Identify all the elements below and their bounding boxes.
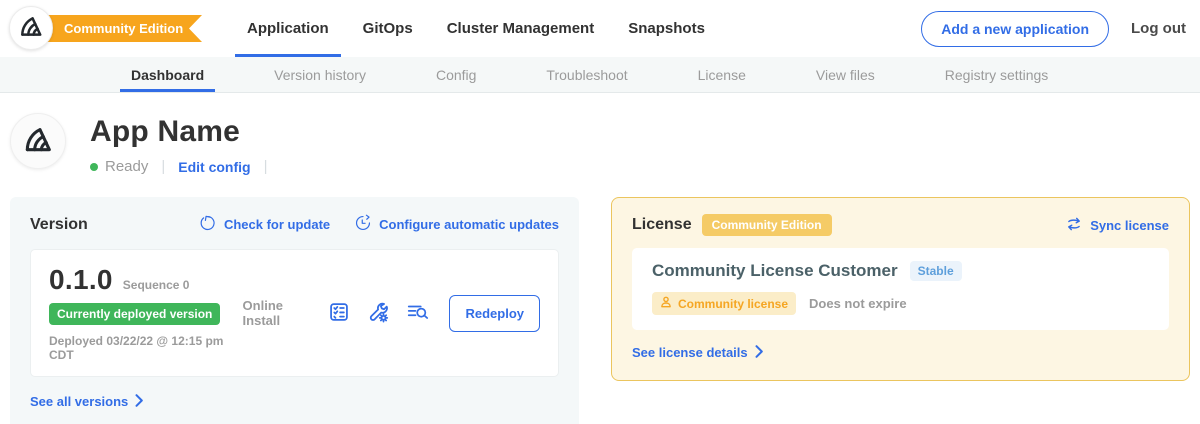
version-card: Version Check for update [10, 197, 579, 424]
status-dot [90, 163, 98, 171]
license-detail-panel: Community License Customer Stable Commun… [632, 248, 1169, 330]
primary-nav: Application GitOps Cluster Management Sn… [230, 0, 722, 57]
configure-auto-updates-link[interactable]: Configure automatic updates [354, 214, 559, 235]
sequence-label: Sequence 0 [123, 278, 190, 292]
dashboard-cards: Version Check for update [0, 175, 1200, 424]
check-for-update-link[interactable]: Check for update [199, 214, 330, 235]
tab-registry-settings[interactable]: Registry settings [934, 57, 1059, 92]
top-bar: Community Edition Application GitOps Clu… [0, 0, 1200, 57]
tab-view-files[interactable]: View files [805, 57, 886, 92]
tab-config[interactable]: Config [425, 57, 487, 92]
add-application-button[interactable]: Add a new application [921, 11, 1109, 47]
license-card: License Community Edition Sync license C… [611, 197, 1190, 381]
log-search-icon [406, 301, 430, 326]
deploy-logs-button[interactable] [404, 299, 432, 328]
app-avatar [10, 113, 66, 169]
license-card-title: License [632, 216, 692, 234]
see-license-details-link[interactable]: See license details [632, 345, 764, 361]
redeploy-button[interactable]: Redeploy [449, 295, 540, 332]
chevron-right-icon [755, 345, 764, 361]
edition-banner: Community Edition [30, 15, 202, 42]
deployed-badge: Currently deployed version [49, 303, 220, 325]
refresh-icon [199, 214, 217, 235]
deployed-version-panel: 0.1.0 Sequence 0 Currently deployed vers… [30, 249, 559, 377]
sync-arrows-icon [1065, 215, 1083, 236]
wrench-gear-icon [367, 301, 389, 326]
install-type-label: Online Install [243, 298, 311, 328]
clock-refresh-icon [354, 214, 372, 235]
app-tabs-nav: Dashboard Version history Config Trouble… [0, 57, 1200, 93]
divider: | [161, 158, 165, 175]
license-customer-name: Community License Customer [652, 261, 898, 281]
app-header: App Name Ready | Edit config | [0, 93, 1200, 175]
replicated-logo-icon [18, 13, 44, 44]
divider: | [264, 158, 268, 175]
replicated-logo-icon [22, 123, 54, 160]
tab-version-history[interactable]: Version history [263, 57, 377, 92]
edition-badge: Community Edition [702, 214, 832, 236]
logout-link[interactable]: Log out [1131, 20, 1186, 37]
chevron-right-icon [135, 394, 144, 410]
deployed-timestamp: Deployed 03/22/22 @ 12:15 pm CDT [49, 334, 243, 362]
see-all-versions-link[interactable]: See all versions [30, 394, 144, 410]
nav-item-gitops[interactable]: GitOps [346, 0, 430, 57]
nav-item-application[interactable]: Application [230, 0, 346, 57]
version-card-title: Version [30, 216, 88, 234]
tab-dashboard[interactable]: Dashboard [120, 57, 215, 92]
channel-badge: Stable [910, 261, 962, 281]
brand-badge: Community Edition [0, 0, 212, 57]
sync-license-link[interactable]: Sync license [1065, 215, 1169, 236]
tab-license[interactable]: License [687, 57, 757, 92]
checklist-icon [328, 301, 350, 326]
nav-item-snapshots[interactable]: Snapshots [611, 0, 722, 57]
license-expiry-text: Does not expire [809, 296, 907, 311]
status-text: Ready [105, 158, 148, 175]
license-type-badge: Community license [652, 292, 796, 315]
brand-logo [9, 6, 53, 50]
edit-config-link[interactable]: Edit config [178, 159, 250, 175]
version-number: 0.1.0 [49, 264, 113, 296]
preflight-checks-button[interactable] [326, 299, 352, 328]
page-title: App Name [90, 115, 281, 149]
edit-config-icon-button[interactable] [365, 299, 391, 328]
person-icon [660, 296, 672, 311]
nav-item-cluster-management[interactable]: Cluster Management [430, 0, 612, 57]
tab-troubleshoot[interactable]: Troubleshoot [535, 57, 638, 92]
